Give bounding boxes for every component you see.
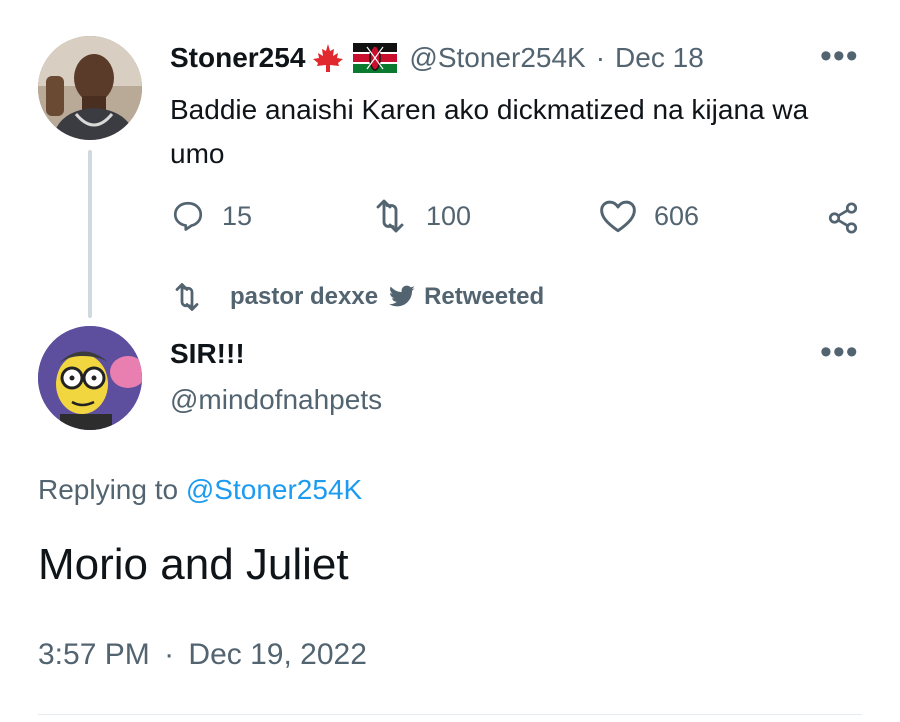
display-name[interactable]: Stoner254: [170, 42, 305, 74]
reply-display-name[interactable]: SIR!!!: [170, 338, 245, 370]
avatar-photo-icon: [38, 36, 142, 140]
share-button[interactable]: [826, 200, 860, 241]
share-icon: [828, 202, 858, 234]
tweet-time: 3:57 PM: [38, 638, 150, 671]
retweet-context-icon: [175, 283, 199, 311]
tweet-full-date: Dec 19, 2022: [188, 638, 367, 671]
retweet-context: pastor dexxe Retweeted: [170, 282, 544, 312]
avatar-mindofnahpets[interactable]: [38, 326, 142, 430]
like-count: 606: [654, 200, 700, 231]
retweet-button[interactable]: 100: [370, 198, 471, 234]
tweet-date[interactable]: Dec 18: [615, 42, 704, 74]
timestamp-separator: ·: [164, 638, 175, 671]
retweeted-label: Retweeted: [424, 283, 545, 310]
retweet-count: 100: [426, 200, 472, 231]
tweet-timestamp[interactable]: 3:57 PM · Dec 19, 2022: [38, 638, 367, 672]
reply-more-options-icon[interactable]: •••: [820, 335, 859, 369]
cartoon-avatar-icon: [38, 326, 142, 430]
replying-to-label: Replying to: [38, 474, 179, 505]
tweet-header: Stoner254 @Stoner254K · Dec 18: [170, 40, 704, 76]
canada-flag-icon: [309, 42, 347, 74]
twitter-bird-icon: [389, 285, 415, 307]
like-button[interactable]: 606: [598, 198, 699, 234]
reply-tweet-text: Morio and Juliet: [38, 540, 349, 589]
reply-count: 15: [222, 200, 253, 231]
replying-to: Replying to @Stoner254K: [38, 474, 362, 506]
more-options-icon[interactable]: •••: [820, 39, 859, 73]
reply-button[interactable]: 15: [170, 198, 252, 234]
kenya-flag-icon: [353, 43, 398, 73]
thread-connector-line: [88, 150, 92, 318]
heart-icon: [600, 200, 636, 233]
user-handle[interactable]: @Stoner254K: [409, 42, 585, 74]
reply-user-handle[interactable]: @mindofnahpets: [170, 384, 382, 416]
retweet-icon: [376, 199, 404, 233]
dot-separator: ·: [595, 42, 606, 73]
replying-to-handle[interactable]: @Stoner254K: [186, 474, 362, 505]
tweet-text: Baddie anaishi Karen ako dickmatized na …: [170, 94, 809, 169]
bottom-divider: [38, 714, 862, 715]
retweeter-name[interactable]: pastor dexxe: [230, 283, 378, 311]
avatar-stoner254[interactable]: [38, 36, 142, 140]
reply-icon: [173, 201, 203, 231]
